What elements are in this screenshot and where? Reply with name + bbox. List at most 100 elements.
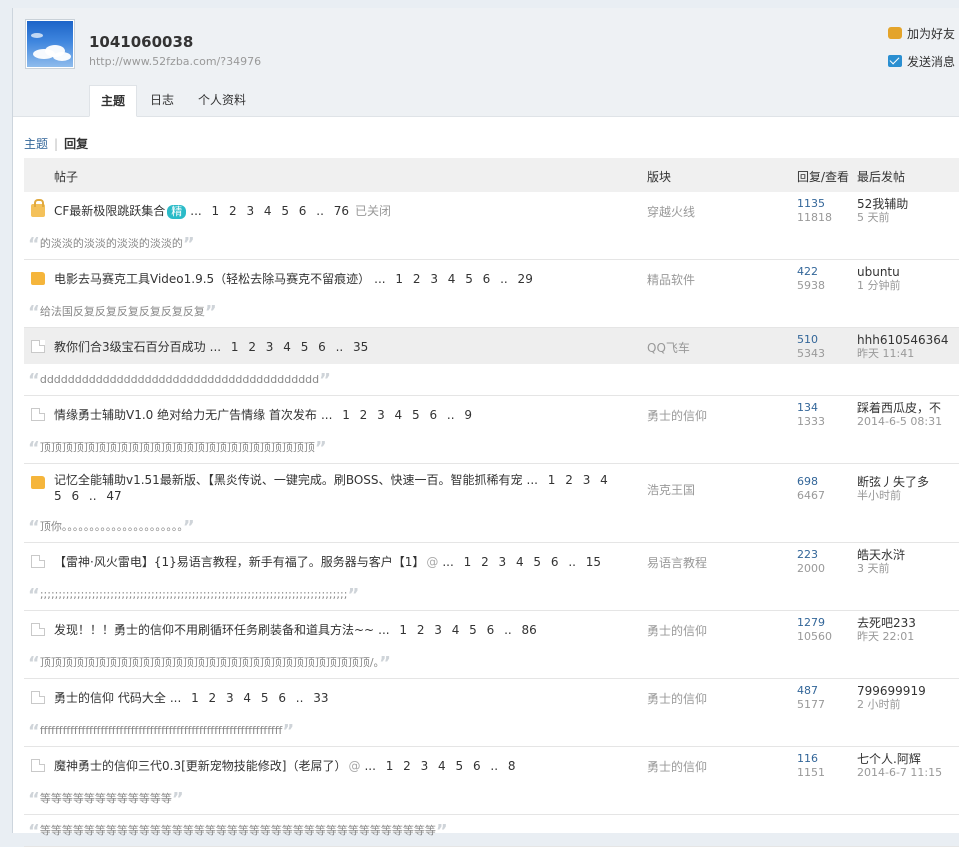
subtab-replies[interactable]: 回复 (64, 137, 88, 151)
thread-stats: 134 1333 (797, 401, 825, 429)
quote-close-icon: ” (347, 585, 360, 606)
thread-title-link[interactable]: 电影去马赛克工具Video1.9.5（轻松去除马赛克不留痕迹） (54, 272, 370, 286)
thread-item: “等等等等等等等等等等等等等等等等等等等等等等等等等等等等等等等等等等等等” (24, 815, 959, 847)
quote-open-icon: “ (28, 653, 40, 674)
quote-close-icon: ” (204, 302, 217, 323)
thread-forum-link[interactable]: 勇士的信仰 (647, 622, 707, 639)
last-post-time: 3 天前 (857, 562, 890, 575)
quote-close-icon: ” (182, 517, 195, 538)
thread-pager[interactable]: ... 1 2 3 4 5 6 .. 76 (190, 204, 349, 218)
last-post: 799699919 2 小时前 (857, 684, 959, 712)
last-post-user[interactable]: hhh610546364 (857, 333, 959, 347)
add-friend-button[interactable]: 加为好友 (888, 24, 959, 42)
thread-pager[interactable]: ... 1 2 3 4 5 6 .. 8 (364, 759, 515, 773)
thread-forum-link[interactable]: 浩克王国 (647, 481, 695, 498)
reply-quote-text: 顶你。。。。。。。。。。。。。。。。。。。。。。 (39, 520, 183, 533)
avatar[interactable] (25, 19, 75, 69)
reply-count: 223 (797, 548, 818, 561)
last-post-user[interactable]: 七个人.阿辉 (857, 752, 959, 766)
reply-quote[interactable]: “ddddddddddddddddddddddddddddddddddddddd… (24, 364, 959, 395)
send-message-label: 发送消息 (907, 54, 956, 69)
last-post-user[interactable]: 799699919 (857, 684, 959, 698)
reply-quote-text: 顶顶顶顶顶顶顶顶顶顶顶顶顶顶顶顶顶顶顶顶顶顶顶顶顶 (39, 441, 315, 454)
thread-stats: 223 2000 (797, 548, 825, 576)
thread-pager[interactable]: ... 1 2 3 4 5 6 .. 15 (442, 555, 601, 569)
thread-pager[interactable]: ... 1 2 3 4 5 6 .. 86 (378, 623, 537, 637)
thread-title-link[interactable]: 发现！！！勇士的信仰不用刷循环任务刷装备和道具方法~~ (54, 623, 374, 637)
subtab-topics[interactable]: 主题 (24, 137, 48, 151)
send-message-button[interactable]: 发送消息 (888, 52, 959, 70)
last-post-time: 昨天 22:01 (857, 630, 915, 643)
last-post-user[interactable]: 皓天水浒 (857, 548, 959, 562)
reply-count: 134 (797, 401, 818, 414)
thread-item: 记忆全能辅助v1.51最新版、【黑炎传说、一键完成。刷BOSS、快速一百。智能抓… (24, 464, 959, 543)
quote-close-icon: ” (435, 821, 448, 842)
thread-title-link[interactable]: CF最新极限跳跃集合 (54, 204, 165, 218)
last-post: 皓天水浒 3 天前 (857, 548, 959, 576)
reply-quote[interactable]: “的淡淡的淡淡的淡淡的淡淡的” (24, 228, 959, 259)
document-icon (31, 691, 45, 704)
lock-icon (31, 199, 45, 217)
column-forum: 版块 (647, 170, 672, 184)
thread-pager[interactable]: ... 1 2 3 4 5 6 .. 9 (321, 408, 472, 422)
handshake-icon (888, 27, 902, 39)
thread-forum-link[interactable]: QQ飞车 (647, 339, 690, 356)
reply-quote[interactable]: “等等等等等等等等等等等等等等等等等等等等等等等等等等等等等等等等等等等等” (24, 815, 959, 846)
last-post-user[interactable]: 52我辅助 (857, 197, 959, 211)
last-post: 52我辅助 5 天前 (857, 197, 959, 225)
thread-forum-link[interactable]: 勇士的信仰 (647, 407, 707, 424)
profile-tabs: 主题 日志 个人资料 (89, 85, 259, 117)
last-post: 去死吧233 昨天 22:01 (857, 616, 959, 644)
thread-title-link[interactable]: 记忆全能辅助v1.51最新版、【黑炎传说、一键完成。刷BOSS、快速一百。智能抓… (54, 473, 523, 487)
profile-url[interactable]: http://www.52fzba.com/?34976 (89, 55, 261, 68)
quote-open-icon: “ (28, 721, 40, 742)
thread-pager[interactable]: ... 1 2 3 4 5 6 .. 35 (210, 340, 369, 354)
reply-count: 487 (797, 684, 818, 697)
last-post: ubuntu 1 分钟前 (857, 265, 959, 293)
reply-quote[interactable]: “给法国反复反复反复反复反复反复” (24, 296, 959, 327)
last-post-user[interactable]: 断弦丿失了多 (857, 475, 959, 489)
thread-item: 魔神勇士的信仰三代0.3[更新宠物技能修改]（老屌了） @... 1 2 3 4 … (24, 747, 959, 815)
reply-quote[interactable]: “等等等等等等等等等等等等” (24, 783, 959, 814)
reply-quote[interactable]: “顶你。。。。。。。。。。。。。。。。。。。。。。” (24, 511, 959, 542)
last-post-user[interactable]: ubuntu (857, 265, 959, 279)
thread-pager[interactable]: ... 1 2 3 4 5 6 .. 33 (170, 691, 329, 705)
profile-header: 1041060038 http://www.52fzba.com/?34976 … (13, 8, 959, 117)
quote-close-icon: ” (282, 721, 295, 742)
reply-count: 116 (797, 752, 818, 765)
last-post-time: 2014-6-7 11:15 (857, 766, 943, 779)
column-post: 帖子 (54, 170, 79, 184)
quote-close-icon: ” (171, 789, 184, 810)
profile-page: 1041060038 http://www.52fzba.com/?34976 … (12, 8, 959, 847)
reply-quote[interactable]: “;;;;;;;;;;;;;;;;;;;;;;;;;;;;;;;;;;;;;;;… (24, 579, 959, 610)
thread-pager[interactable]: ... 1 2 3 4 5 6 .. 29 (374, 272, 533, 286)
thread-forum-link[interactable]: 勇士的信仰 (647, 690, 707, 707)
last-post: hhh610546364 昨天 11:41 (857, 333, 959, 361)
sky-avatar-icon (27, 21, 73, 67)
thread-title-link[interactable]: 情缘勇士辅助V1.0 绝对给力无广告情缘 首次发布 (54, 408, 317, 422)
document-icon (31, 555, 45, 568)
thread-forum-link[interactable]: 易语言教程 (647, 554, 707, 571)
thread-forum-link[interactable]: 穿越火线 (647, 203, 695, 220)
thread-title-link[interactable]: 教你们合3级宝石百分百成功 (54, 340, 206, 354)
reply-quote-text: 的淡淡的淡淡的淡淡的淡淡的 (39, 237, 183, 250)
last-post-time: 5 天前 (857, 211, 890, 224)
thread-title-link[interactable]: 魔神勇士的信仰三代0.3[更新宠物技能修改]（老屌了） (54, 759, 346, 773)
tab-blog[interactable]: 日志 (139, 85, 185, 117)
reply-count: 698 (797, 475, 818, 488)
quote-open-icon: “ (28, 789, 40, 810)
reply-quote[interactable]: “fffffffffffffffffffffffffffffffffffffff… (24, 715, 959, 746)
reply-quote[interactable]: “顶顶顶顶顶顶顶顶顶顶顶顶顶顶顶顶顶顶顶顶顶顶顶顶顶” (24, 432, 959, 463)
thread-forum-link[interactable]: 勇士的信仰 (647, 758, 707, 775)
thread-title-link[interactable]: 勇士的信仰 代码大全 (54, 691, 166, 705)
tab-profile[interactable]: 个人资料 (187, 85, 257, 117)
reply-quote-text: 给法国反复反复反复反复反复反复 (39, 305, 205, 318)
thread-forum-link[interactable]: 精品软件 (647, 271, 695, 288)
folder-icon (31, 272, 45, 285)
last-post-user[interactable]: 去死吧233 (857, 616, 959, 630)
reply-quote[interactable]: “顶顶顶顶顶顶顶顶顶顶顶顶顶顶顶顶顶顶顶顶顶顶顶顶顶顶顶顶顶顶/。” (24, 647, 959, 678)
tab-topics[interactable]: 主题 (89, 85, 138, 117)
thread-title-link[interactable]: 【雷神·风火雷电】{1}易语言教程，新手有福了。服务器与客户【1】 (54, 555, 424, 569)
last-post-user[interactable]: 踩着西瓜皮，不 (857, 401, 959, 415)
view-count: 10560 (797, 630, 832, 643)
